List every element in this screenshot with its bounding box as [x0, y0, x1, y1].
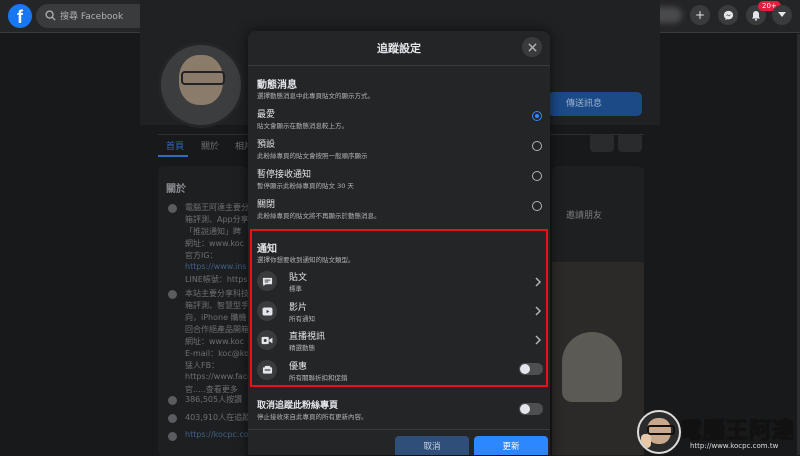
- highlight-box: [250, 229, 548, 387]
- option-favorites-desc: 貼文會顯示在動態消息較上方。: [257, 122, 348, 130]
- option-snooze-desc: 暫停顯示此粉絲專頁的貼文 30 天: [257, 182, 354, 190]
- mascot-glasses: [647, 425, 675, 435]
- option-off-label[interactable]: 關閉: [257, 197, 275, 210]
- close-icon: [527, 42, 537, 52]
- dialog-header: 追蹤設定: [248, 31, 550, 66]
- page-avatar[interactable]: [158, 42, 244, 128]
- facebook-logo[interactable]: f: [8, 4, 32, 28]
- about-line: E-mail：koc@ko: [185, 349, 249, 358]
- about-line: LINE帳號：https: [185, 275, 248, 284]
- about-line: https://www.ins: [185, 262, 247, 271]
- watermark-url: http://www.kocpc.com.tw: [690, 442, 779, 450]
- info-icon: [168, 290, 177, 299]
- radio-snooze[interactable]: [532, 171, 542, 181]
- watermark-text: 電腦王阿達: [679, 419, 796, 445]
- like-icon: [168, 396, 177, 405]
- about-line: 電腦王阿達主要分: [185, 203, 249, 212]
- about-line: 本站主要分享科技: [185, 289, 249, 298]
- create-button[interactable]: +: [690, 5, 710, 25]
- radio-off[interactable]: [532, 201, 542, 211]
- scooter-shape: [562, 332, 622, 402]
- watermark-mascot: [637, 410, 681, 454]
- likes-count: 386,505人按讚: [185, 395, 243, 404]
- unfollow-desc: 停止接收來自此專頁的所有更新內容。: [257, 413, 368, 421]
- about-line: 箱評測、App分享: [185, 215, 249, 224]
- option-favorites-label[interactable]: 最愛: [257, 107, 275, 120]
- tab-home: 首頁: [166, 142, 185, 152]
- about-line: 回合作絕產品開箱: [185, 325, 249, 334]
- avatar-glasses: [181, 71, 225, 85]
- invite-friends-label: 邀請朋友: [566, 211, 603, 221]
- dialog-title: 追蹤設定: [377, 42, 421, 55]
- tab-about: 關於: [201, 142, 220, 152]
- followers-count: 403,910人在追蹤: [185, 413, 251, 422]
- feed-section-title: 動態消息: [257, 80, 297, 91]
- about-line: 官方IG：: [185, 251, 218, 260]
- plus-icon: +: [694, 8, 706, 22]
- unfollow-toggle[interactable]: [519, 403, 543, 415]
- bell-icon: [752, 10, 760, 21]
- about-line: 「推說通知」睥: [185, 227, 241, 236]
- follow-icon: [168, 414, 177, 423]
- mascot-thumb: [641, 434, 651, 448]
- about-line: 猛人FB：: [185, 361, 220, 370]
- send-message-button: 傳送訊息: [548, 92, 642, 116]
- caret-down-icon: [778, 12, 786, 17]
- option-default-desc: 此粉絲專頁的貼文會按照一般順序顯示: [257, 152, 368, 160]
- feed-section-desc: 選擇動態消息中此專頁貼文的顯示方式。: [257, 92, 374, 100]
- link-icon: [168, 432, 177, 441]
- about-line: 向，iPhone 購機: [185, 313, 247, 322]
- info-icon: [168, 204, 177, 213]
- about-line: 網址：www.koc: [185, 337, 245, 346]
- active-tab-indicator: [158, 155, 188, 157]
- dialog-footer-divider: [248, 429, 550, 430]
- search-page-button: [590, 134, 614, 152]
- post-photo: [552, 262, 644, 455]
- update-button[interactable]: 更新: [474, 436, 548, 455]
- search-placeholder: 搜尋 Facebook: [60, 12, 124, 22]
- about-line: 網址：www.koc: [185, 239, 245, 248]
- radio-default[interactable]: [532, 141, 542, 151]
- option-default-label[interactable]: 預設: [257, 137, 275, 150]
- about-line: https://www.face: [185, 372, 253, 381]
- option-off-desc: 此粉絲專頁的貼文將不再顯示於動態消息。: [257, 212, 381, 220]
- about-line: 箱評測、智慧型手: [185, 301, 249, 310]
- more-options-button: [618, 134, 642, 152]
- unfollow-label: 取消追蹤此粉絲專頁: [257, 401, 339, 411]
- option-snooze-label[interactable]: 暫停接收通知: [257, 167, 311, 180]
- about-title: 關於: [166, 184, 186, 195]
- radio-favorites[interactable]: [532, 111, 542, 121]
- messenger-button[interactable]: [718, 5, 738, 25]
- search-icon: [45, 10, 56, 21]
- close-button[interactable]: [522, 37, 542, 57]
- messenger-icon: [723, 10, 733, 20]
- account-menu-button[interactable]: [772, 5, 792, 25]
- cancel-button[interactable]: 取消: [395, 436, 469, 455]
